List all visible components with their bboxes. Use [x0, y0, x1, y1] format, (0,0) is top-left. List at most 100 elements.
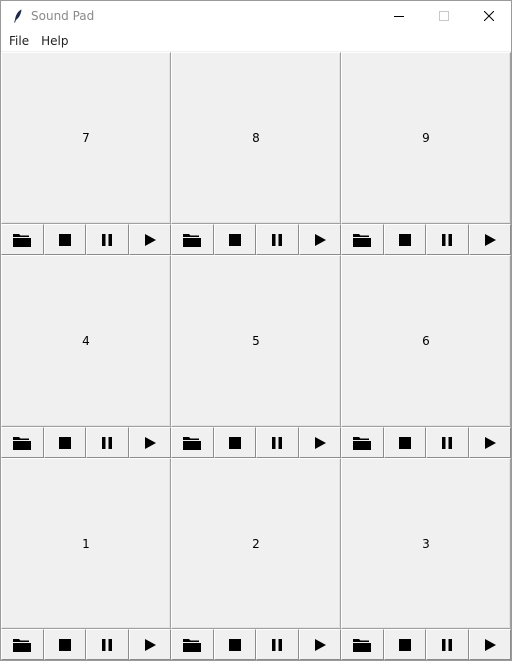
- play-button[interactable]: [298, 224, 341, 255]
- stop-icon: [398, 638, 411, 651]
- play-button[interactable]: [128, 629, 171, 660]
- open-file-button[interactable]: [1, 224, 44, 255]
- pad-cell: 9: [341, 52, 511, 255]
- minimize-button[interactable]: [376, 1, 421, 31]
- stop-button[interactable]: [383, 427, 426, 458]
- stop-icon: [58, 233, 71, 246]
- pause-icon: [102, 638, 113, 651]
- play-button[interactable]: [128, 427, 171, 458]
- pause-icon: [442, 638, 453, 651]
- pad-label: 5: [252, 334, 260, 348]
- sound-pad[interactable]: 8: [171, 52, 341, 224]
- pad-controls: [1, 427, 171, 458]
- open-file-button[interactable]: [171, 629, 214, 660]
- play-icon: [314, 638, 326, 651]
- pause-button[interactable]: [426, 427, 469, 458]
- pause-icon: [442, 436, 453, 449]
- sound-pad[interactable]: 4: [1, 255, 171, 427]
- play-button[interactable]: [298, 427, 341, 458]
- folder-icon: [183, 638, 202, 652]
- play-icon: [484, 638, 496, 651]
- pad-cell: 2: [171, 458, 341, 660]
- pad-controls: [1, 629, 171, 660]
- stop-button[interactable]: [213, 427, 256, 458]
- play-icon: [484, 233, 496, 246]
- close-button[interactable]: [466, 1, 511, 31]
- open-file-button[interactable]: [341, 427, 384, 458]
- pause-icon: [272, 233, 283, 246]
- sound-pad[interactable]: 7: [1, 52, 171, 224]
- pad-label: 1: [82, 536, 90, 551]
- folder-icon: [183, 436, 202, 450]
- stop-button[interactable]: [43, 427, 86, 458]
- pause-button[interactable]: [426, 224, 469, 255]
- pad-cell: 4: [1, 255, 171, 458]
- open-file-button[interactable]: [341, 224, 384, 255]
- stop-icon: [228, 233, 241, 246]
- pad-cell: 7: [1, 52, 171, 255]
- folder-icon: [13, 638, 32, 652]
- play-button[interactable]: [468, 427, 511, 458]
- open-file-button[interactable]: [341, 629, 384, 660]
- menu-file[interactable]: File: [3, 31, 35, 51]
- pause-button[interactable]: [256, 629, 299, 660]
- open-file-button[interactable]: [171, 427, 214, 458]
- pause-button[interactable]: [86, 629, 129, 660]
- pause-button[interactable]: [256, 427, 299, 458]
- open-file-button[interactable]: [171, 224, 214, 255]
- sound-pad[interactable]: 5: [171, 255, 341, 427]
- pad-cell: 5: [171, 255, 341, 458]
- play-button[interactable]: [298, 629, 341, 660]
- stop-icon: [398, 233, 411, 246]
- sound-pad[interactable]: 2: [171, 458, 341, 629]
- sound-pad[interactable]: 1: [1, 458, 171, 629]
- stop-button[interactable]: [43, 224, 86, 255]
- pad-label: 8: [252, 131, 260, 145]
- folder-icon: [13, 436, 32, 450]
- pause-icon: [272, 638, 283, 651]
- stop-button[interactable]: [383, 224, 426, 255]
- open-file-button[interactable]: [1, 629, 44, 660]
- menu-help[interactable]: Help: [35, 31, 74, 51]
- play-button[interactable]: [468, 629, 511, 660]
- folder-icon: [353, 233, 372, 247]
- sound-pad[interactable]: 6: [341, 255, 511, 427]
- stop-icon: [58, 638, 71, 651]
- stop-button[interactable]: [213, 224, 256, 255]
- sound-pad[interactable]: 3: [341, 458, 511, 629]
- pause-button[interactable]: [86, 224, 129, 255]
- stop-icon: [228, 436, 241, 449]
- pad-grid: 7 8 9 4 5 6 1 2 3: [1, 52, 511, 660]
- pad-cell: 1: [1, 458, 171, 660]
- play-button[interactable]: [128, 224, 171, 255]
- menu-bar: File Help: [1, 31, 511, 52]
- pause-icon: [102, 436, 113, 449]
- open-file-button[interactable]: [1, 427, 44, 458]
- pause-button[interactable]: [426, 629, 469, 660]
- feather-icon: [10, 8, 26, 24]
- folder-icon: [353, 638, 372, 652]
- play-icon: [144, 436, 156, 449]
- play-icon: [484, 436, 496, 449]
- window-title: Sound Pad: [31, 9, 95, 23]
- maximize-button[interactable]: [421, 1, 466, 31]
- stop-button[interactable]: [213, 629, 256, 660]
- play-icon: [144, 638, 156, 651]
- sound-pad[interactable]: 9: [341, 52, 511, 224]
- pad-label: 9: [422, 131, 430, 145]
- pad-cell: 6: [341, 255, 511, 458]
- stop-button[interactable]: [383, 629, 426, 660]
- play-icon: [314, 436, 326, 449]
- pad-controls: [171, 427, 341, 458]
- app-window: Sound Pad File Help 7 8 9 4 5 6 1 2 3: [0, 0, 512, 661]
- stop-icon: [58, 436, 71, 449]
- stop-icon: [228, 638, 241, 651]
- title-bar[interactable]: Sound Pad: [1, 1, 511, 31]
- pad-label: 4: [82, 334, 90, 348]
- play-button[interactable]: [468, 224, 511, 255]
- play-icon: [144, 233, 156, 246]
- pause-icon: [442, 233, 453, 246]
- pause-button[interactable]: [256, 224, 299, 255]
- stop-button[interactable]: [43, 629, 86, 660]
- pause-button[interactable]: [86, 427, 129, 458]
